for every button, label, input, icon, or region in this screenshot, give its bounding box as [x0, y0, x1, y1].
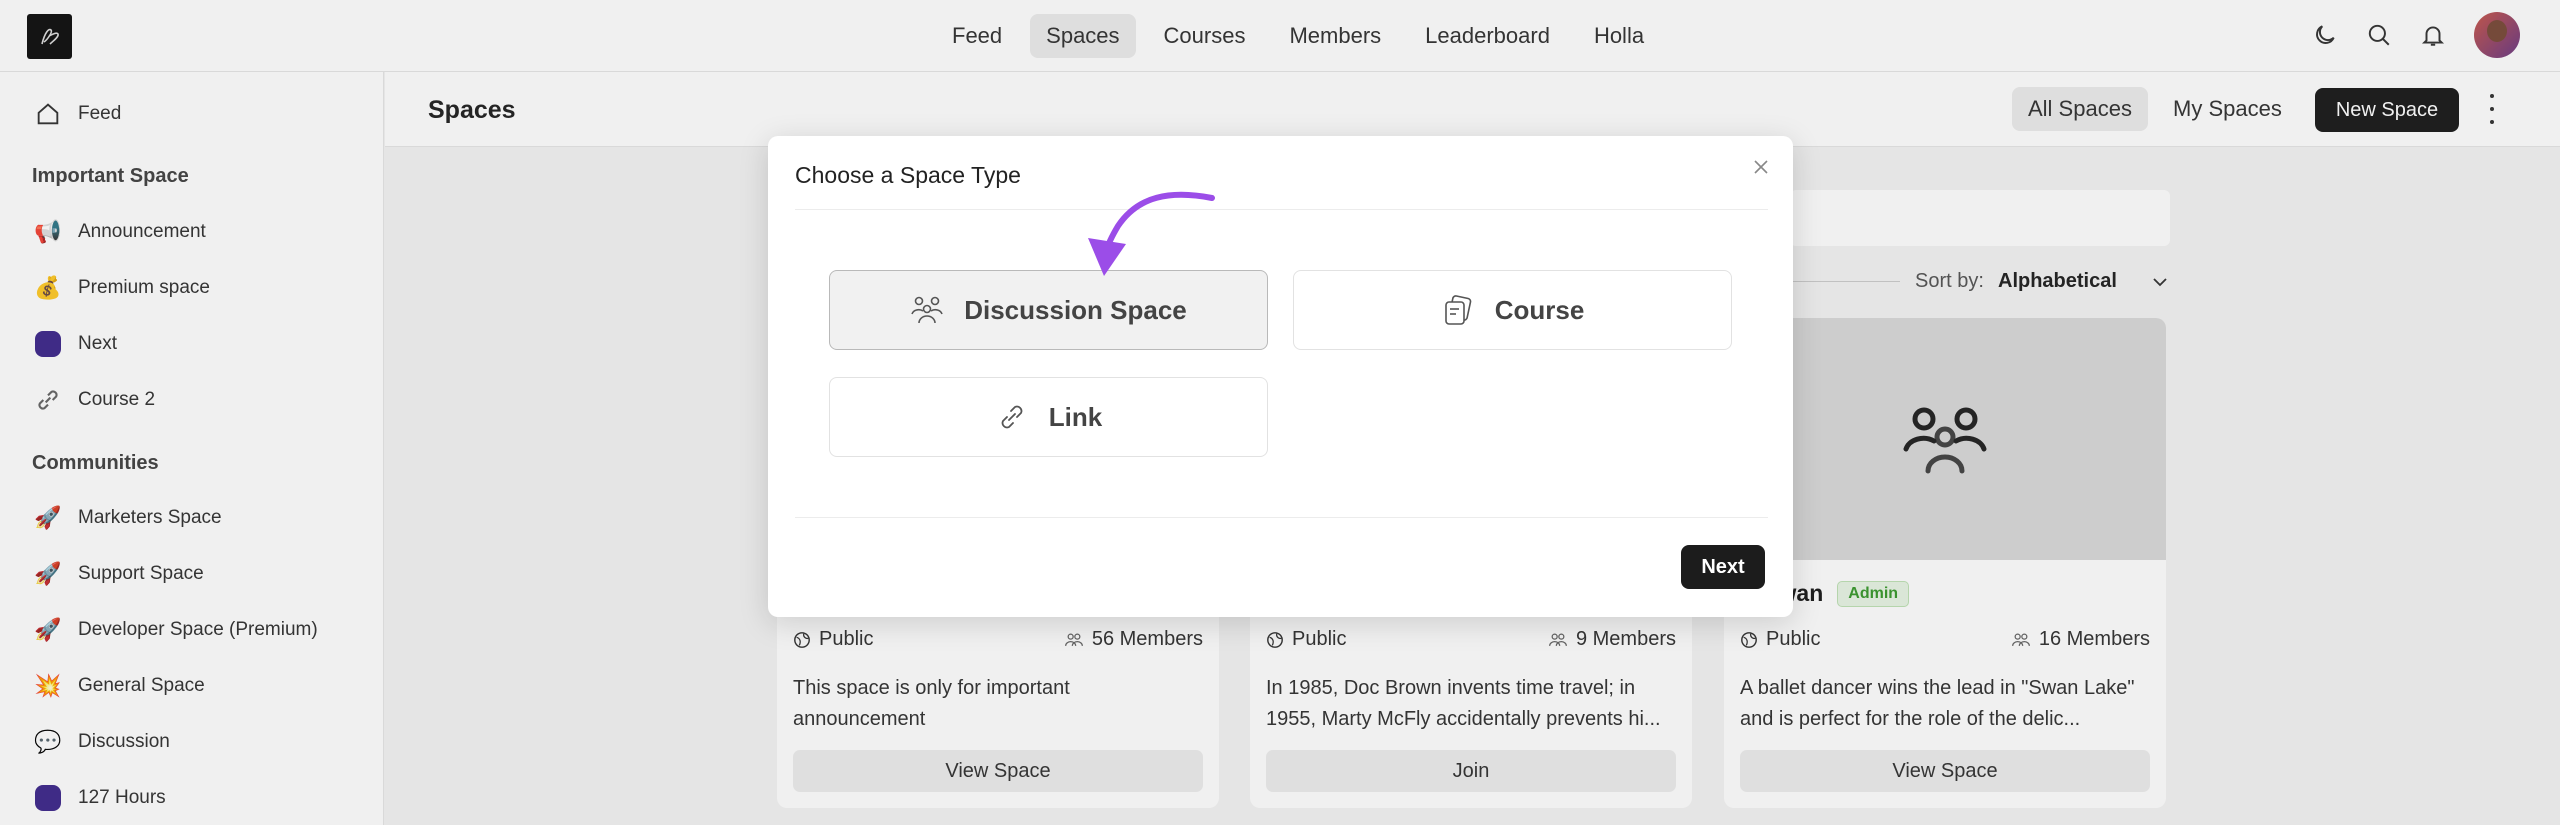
- divider: [795, 209, 1768, 210]
- option-label: Course: [1494, 294, 1585, 325]
- option-link[interactable]: Link: [829, 377, 1268, 457]
- close-icon[interactable]: [1750, 156, 1772, 178]
- link-icon: [1001, 405, 1023, 429]
- space-type-modal: Choose a Space Type Discussion Space Cou…: [768, 136, 1793, 617]
- option-course[interactable]: Course: [1293, 270, 1732, 350]
- pointer-arrow-icon: [1088, 191, 1215, 276]
- option-label: Link: [1048, 401, 1103, 432]
- divider: [795, 517, 1768, 518]
- users-icon: [911, 296, 943, 324]
- option-label: Discussion Space: [964, 294, 1187, 325]
- cards-icon: [1444, 295, 1472, 325]
- modal-title: Choose a Space Type: [795, 162, 1021, 188]
- next-button[interactable]: Next: [1681, 545, 1765, 589]
